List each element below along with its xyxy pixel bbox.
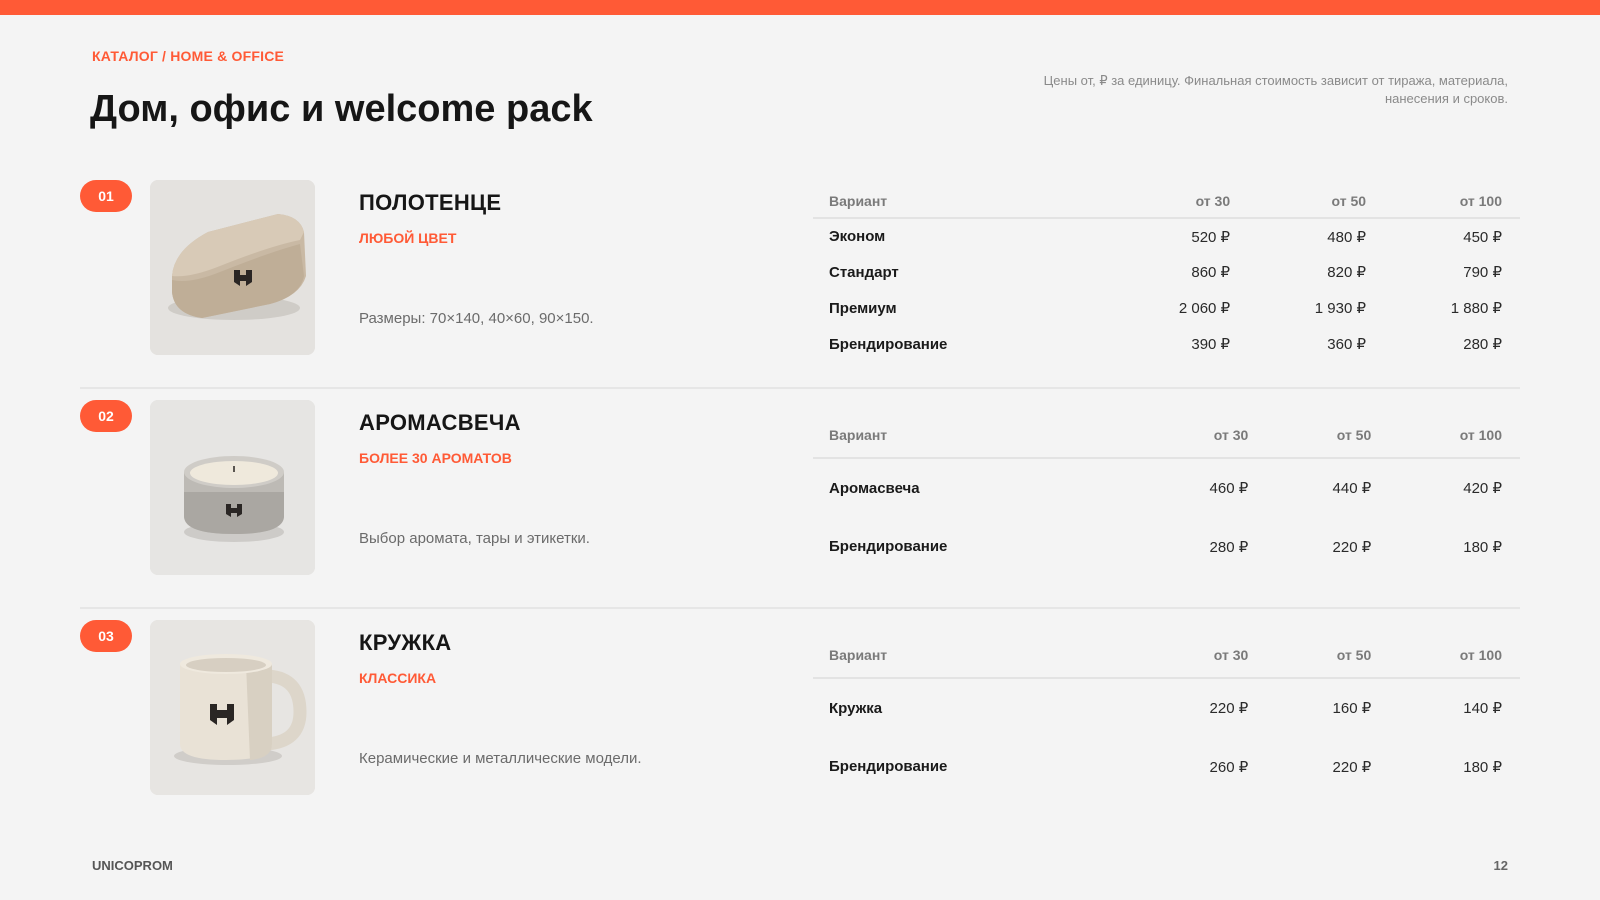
- price-cell: 260 ₽: [1209, 758, 1249, 776]
- pricing-note: Цены от, ₽ за единицу. Финальная стоимос…: [1043, 73, 1508, 106]
- column-header: от 50: [1266, 620, 1390, 679]
- price-cell: 860 ₽: [1191, 264, 1231, 281]
- price-cell: 1 930 ₽: [1314, 300, 1367, 317]
- product-name: ПОЛОТЕНЦЕ: [359, 190, 502, 215]
- product-tag: ЛЮБОЙ ЦВЕТ: [359, 230, 457, 246]
- column-header: Вариант: [813, 620, 1144, 679]
- top-accent-bar: [0, 0, 1600, 15]
- product-description: Керамические и металлические модели.: [359, 750, 642, 767]
- product-mug: 03 КРУЖКА КЛАССИКА Керамические и металл…: [80, 620, 1520, 840]
- column-header: от 50: [1266, 400, 1390, 459]
- price-cell: 280 ₽: [1463, 336, 1502, 353]
- price-cell: 820 ₽: [1327, 264, 1367, 281]
- price-cell: 2 060 ₽: [1178, 300, 1231, 317]
- table-header-row: Вариант от 30 от 50 от 100: [813, 400, 1520, 459]
- section-divider: [80, 607, 1520, 609]
- table-row: Кружка 220 ₽ 160 ₽ 140 ₽: [813, 678, 1520, 737]
- price-cell: 360 ₽: [1327, 336, 1367, 353]
- footer-brand: UNICOPROM: [92, 858, 173, 873]
- column-header: от 30: [1112, 180, 1249, 219]
- price-cell: 450 ₽: [1463, 228, 1502, 246]
- price-cell: 520 ₽: [1191, 228, 1231, 246]
- ceramic-mug-photo: [150, 620, 315, 795]
- variant-cell: Кружка: [829, 699, 883, 717]
- product-number-badge: 01: [80, 180, 132, 212]
- column-header: от 30: [1143, 400, 1267, 459]
- page-title: Дом, офис и welcome pack: [90, 88, 593, 130]
- column-header: от 100: [1384, 180, 1520, 219]
- table-row: Стандарт 860 ₽ 820 ₽ 790 ₽: [813, 254, 1520, 290]
- product-name: АРОМАСВЕЧА: [359, 410, 521, 435]
- variant-cell: Эконом: [829, 228, 886, 245]
- variant-cell: Стандарт: [829, 263, 899, 281]
- price-cell: 440 ₽: [1332, 480, 1372, 497]
- section-divider: [80, 387, 1520, 389]
- product-name: КРУЖКА: [359, 630, 452, 655]
- price-cell: 420 ₽: [1463, 480, 1502, 497]
- column-header: от 30: [1143, 620, 1267, 679]
- table-row: Брендирование 390 ₽ 360 ₽ 280 ₽: [813, 326, 1520, 362]
- product-number-badge: 02: [80, 400, 132, 432]
- product-number-badge: 03: [80, 620, 132, 652]
- product-description: Выбор аромата, тары и этикетки.: [359, 530, 590, 547]
- price-cell: 460 ₽: [1209, 480, 1249, 497]
- price-table: Вариант от 30 от 50 от 100 Кружка 220 ₽ …: [813, 620, 1520, 796]
- price-cell: 220 ₽: [1332, 538, 1372, 556]
- variant-cell: Премиум: [829, 299, 897, 317]
- table-row: Аромасвеча 460 ₽ 440 ₽ 420 ₽: [813, 458, 1520, 517]
- variant-cell: Аромасвеча: [829, 479, 920, 497]
- price-cell: 180 ₽: [1463, 538, 1502, 556]
- column-header: от 100: [1389, 620, 1520, 679]
- product-description: Размеры: 70×140, 40×60, 90×150.: [359, 310, 594, 327]
- table-row: Брендирование 260 ₽ 220 ₽ 180 ₽: [813, 737, 1520, 796]
- column-header: от 100: [1389, 400, 1520, 459]
- product-candle: 02 АРОМАСВЕЧА БОЛЕЕ 30 АРОМАТОВ Выбор ар…: [80, 400, 1520, 620]
- product-towel: 01 ПОЛОТЕНЦЕ ЛЮБОЙ ЦВЕТ Размеры: 70×140,…: [80, 180, 1520, 400]
- folded-towel-photo: [150, 180, 315, 355]
- price-cell: 480 ₽: [1327, 228, 1367, 246]
- variant-cell: Брендирование: [829, 758, 948, 775]
- price-cell: 1 880 ₽: [1450, 300, 1502, 317]
- variant-cell: Брендирование: [829, 335, 948, 353]
- price-table: Вариант от 30 от 50 от 100 Эконом 520 ₽ …: [813, 180, 1520, 362]
- table-header-row: Вариант от 30 от 50 от 100: [813, 180, 1520, 219]
- column-header: Вариант: [813, 400, 1144, 459]
- table-row: Брендирование 280 ₽ 220 ₽ 180 ₽: [813, 517, 1520, 576]
- product-tag: БОЛЕЕ 30 АРОМАТОВ: [359, 450, 512, 466]
- price-cell: 220 ₽: [1332, 758, 1372, 776]
- column-header: Вариант: [813, 180, 1113, 219]
- price-cell: 140 ₽: [1463, 700, 1502, 717]
- breadcrumb: КАТАЛОГ / HOME & OFFICE: [92, 48, 285, 64]
- price-cell: 790 ₽: [1463, 264, 1502, 281]
- table-row: Эконом 520 ₽ 480 ₽ 450 ₽: [813, 218, 1520, 254]
- price-cell: 390 ₽: [1191, 336, 1231, 353]
- variant-cell: Брендирование: [829, 538, 948, 555]
- product-tag: КЛАССИКА: [359, 670, 437, 686]
- price-cell: 220 ₽: [1209, 700, 1249, 717]
- price-cell: 180 ₽: [1463, 758, 1502, 776]
- table-row: Премиум 2 060 ₽ 1 930 ₽ 1 880 ₽: [813, 290, 1520, 326]
- tin-candle-photo: [150, 400, 315, 575]
- price-cell: 280 ₽: [1209, 538, 1249, 556]
- table-header-row: Вариант от 30 от 50 от 100: [813, 620, 1520, 679]
- price-table: Вариант от 30 от 50 от 100 Аромасвеча 46…: [813, 400, 1520, 576]
- column-header: от 50: [1248, 180, 1385, 219]
- page-number: 12: [1493, 858, 1508, 873]
- price-cell: 160 ₽: [1332, 700, 1372, 717]
